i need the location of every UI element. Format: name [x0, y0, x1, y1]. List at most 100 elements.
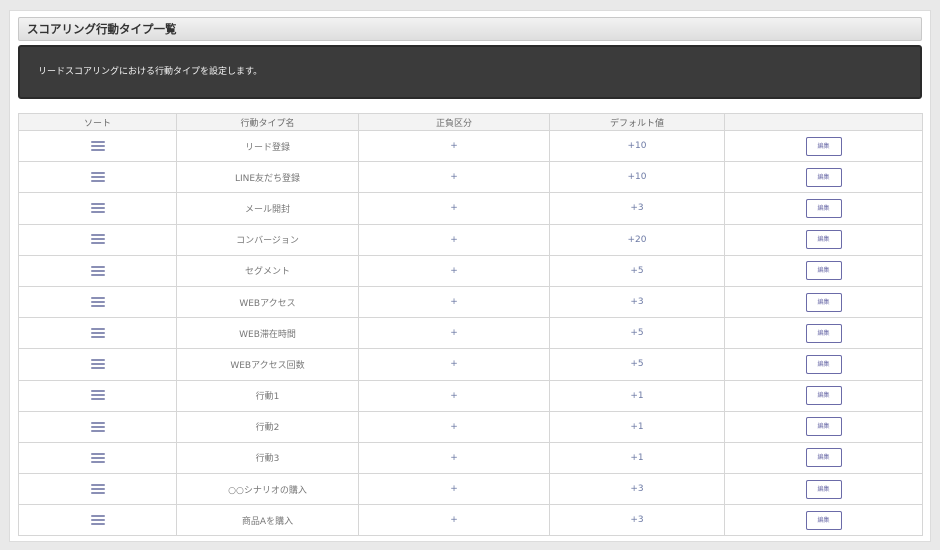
edit-button[interactable]: 編集 — [805, 136, 842, 156]
drag-handle-icon[interactable] — [90, 296, 105, 307]
sort-cell — [18, 410, 177, 443]
default-value: +3 — [549, 473, 725, 506]
sort-cell — [18, 129, 177, 163]
sort-cell — [18, 504, 177, 537]
drag-handle-icon[interactable] — [90, 483, 105, 494]
sign-value: + — [358, 254, 550, 287]
sign-value: + — [358, 223, 550, 256]
edit-button[interactable]: 編集 — [805, 510, 842, 530]
edit-button[interactable]: 編集 — [805, 479, 842, 499]
sign-value: + — [358, 441, 550, 475]
table-row: ○○シナリオの購入 + +3 編集 — [18, 473, 923, 506]
edit-button[interactable]: 編集 — [805, 417, 842, 437]
sign-value: + — [358, 348, 550, 381]
table-row: WEBアクセス + +3 編集 — [18, 285, 923, 319]
sort-cell — [18, 473, 177, 506]
edit-button[interactable]: 編集 — [805, 198, 842, 218]
drag-handle-icon[interactable] — [90, 265, 105, 276]
default-value: +1 — [549, 441, 725, 475]
action-type-name: メール開封 — [176, 192, 359, 225]
column-header-sign: 正負区分 — [358, 113, 550, 131]
edit-button[interactable]: 編集 — [805, 230, 842, 250]
action-cell: 編集 — [724, 379, 923, 412]
page-title: スコアリング行動タイプ一覧 — [18, 17, 922, 41]
drag-handle-icon[interactable] — [90, 515, 105, 526]
drag-handle-icon[interactable] — [90, 359, 105, 370]
sort-cell — [18, 223, 177, 256]
drag-handle-icon[interactable] — [90, 172, 105, 183]
table-header-row: ソート 行動タイプ名 正負区分 デフォルト値 — [18, 113, 923, 131]
drag-handle-icon[interactable] — [90, 421, 105, 432]
action-type-name: WEBアクセス回数 — [176, 348, 359, 381]
table-row: 行動1 + +1 編集 — [18, 379, 923, 412]
edit-button[interactable]: 編集 — [805, 167, 842, 187]
sort-cell — [18, 441, 177, 475]
sign-value: + — [358, 285, 550, 319]
action-type-name: 行動1 — [176, 379, 359, 412]
edit-button[interactable]: 編集 — [805, 448, 842, 468]
column-header-sort[interactable]: ソート — [18, 113, 177, 131]
table-row: メール開封 + +3 編集 — [18, 192, 923, 225]
sign-value: + — [358, 410, 550, 443]
table-row: 商品Aを購入 + +3 編集 — [18, 504, 923, 537]
sign-value: + — [358, 192, 550, 225]
action-cell: 編集 — [724, 223, 923, 256]
action-type-name: 商品Aを購入 — [176, 504, 359, 537]
action-cell: 編集 — [724, 285, 923, 319]
action-type-name: WEB滞在時間 — [176, 317, 359, 350]
drag-handle-icon[interactable] — [90, 452, 105, 463]
drag-handle-icon[interactable] — [90, 327, 105, 338]
action-cell: 編集 — [724, 317, 923, 350]
table-row: コンバージョン + +20 編集 — [18, 223, 923, 256]
action-cell: 編集 — [724, 473, 923, 506]
sign-value: + — [358, 161, 550, 194]
action-cell: 編集 — [724, 441, 923, 475]
action-type-name: WEBアクセス — [176, 285, 359, 319]
drag-handle-icon[interactable] — [90, 234, 105, 245]
sort-cell — [18, 161, 177, 194]
sign-value: + — [358, 317, 550, 350]
sign-value: + — [358, 504, 550, 537]
table-row: 行動2 + +1 編集 — [18, 410, 923, 443]
sort-cell — [18, 192, 177, 225]
column-header-default: デフォルト値 — [549, 113, 725, 131]
edit-button[interactable]: 編集 — [805, 354, 842, 374]
sign-value: + — [358, 473, 550, 506]
table-row: 行動3 + +1 編集 — [18, 441, 923, 475]
sort-cell — [18, 317, 177, 350]
table-row: セグメント + +5 編集 — [18, 254, 923, 287]
action-cell: 編集 — [724, 161, 923, 194]
action-type-name: ○○シナリオの購入 — [176, 473, 359, 506]
action-type-name: リード登録 — [176, 129, 359, 163]
default-value: +3 — [549, 504, 725, 537]
default-value: +10 — [549, 161, 725, 194]
action-type-name: LINE友だち登録 — [176, 161, 359, 194]
action-types-table: ソート 行動タイプ名 正負区分 デフォルト値 リード登録 + +10 編集 LINE友だ… — [18, 113, 923, 537]
default-value: +20 — [549, 223, 725, 256]
default-value: +1 — [549, 410, 725, 443]
column-header-actions — [724, 113, 923, 131]
action-cell: 編集 — [724, 254, 923, 287]
drag-handle-icon[interactable] — [90, 203, 105, 214]
description-banner: リードスコアリングにおける行動タイプを設定します。 — [18, 45, 922, 99]
drag-handle-icon[interactable] — [90, 140, 105, 151]
edit-button[interactable]: 編集 — [805, 292, 842, 312]
action-type-name: 行動3 — [176, 441, 359, 475]
default-value: +3 — [549, 192, 725, 225]
action-cell: 編集 — [724, 192, 923, 225]
scoring-action-types-panel: スコアリング行動タイプ一覧 リードスコアリングにおける行動タイプを設定します。 … — [9, 10, 931, 542]
default-value: +5 — [549, 317, 725, 350]
edit-button[interactable]: 編集 — [805, 323, 842, 343]
action-cell: 編集 — [724, 410, 923, 443]
description-text: リードスコアリングにおける行動タイプを設定します。 — [38, 67, 263, 77]
table-row: リード登録 + +10 編集 — [18, 129, 923, 163]
edit-button[interactable]: 編集 — [805, 386, 842, 406]
drag-handle-icon[interactable] — [90, 390, 105, 401]
sort-cell — [18, 285, 177, 319]
action-type-name: セグメント — [176, 254, 359, 287]
edit-button[interactable]: 編集 — [805, 261, 842, 281]
table-row: WEBアクセス回数 + +5 編集 — [18, 348, 923, 381]
action-type-name: 行動2 — [176, 410, 359, 443]
action-cell: 編集 — [724, 348, 923, 381]
column-header-name: 行動タイプ名 — [176, 113, 359, 131]
